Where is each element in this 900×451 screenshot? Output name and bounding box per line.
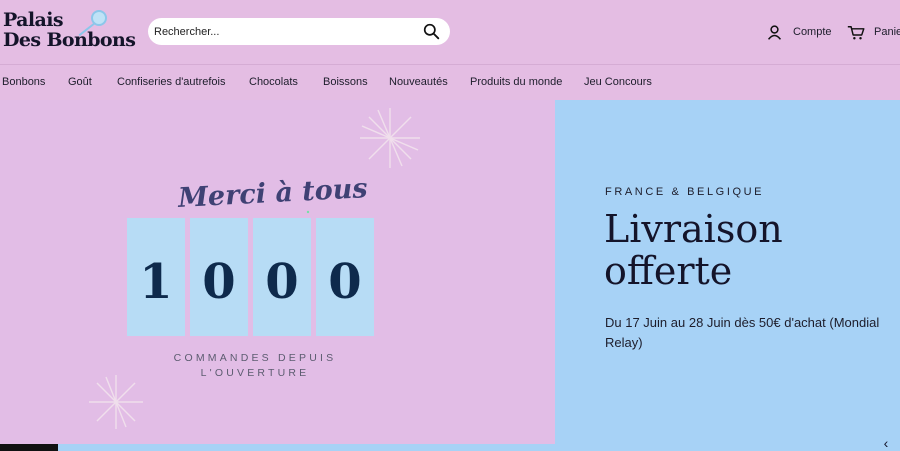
hero-subtitle-line-2: L'OUVERTURE [200,367,310,379]
nav-item-confiseries[interactable]: Confiseries d'autrefois [117,76,226,88]
hero-subtitle: COMMANDES DEPUIS L'OUVERTURE [130,351,380,381]
cart-icon [847,25,865,39]
hero-text-panel: FRANCE & BELGIQUE Livraison offerte Du 1… [555,100,900,444]
logo-line-2: Des Bonbons [3,29,136,51]
hero-headline-line-2: offerte [604,249,733,293]
hero-eyebrow: FRANCE & BELGIQUE [605,186,765,198]
logo-line-1: Palais [3,9,64,31]
chevron-left-icon[interactable]: ‹ [876,434,896,451]
site-header: Palais Des Bonbons Compte Panie [0,0,900,64]
search-input[interactable] [154,18,414,45]
hero-subtitle-line-1: COMMANDES DEPUIS [173,352,337,364]
hero-digit-4: 0 [328,254,362,310]
cart-label: Panie [874,26,900,38]
account-link[interactable]: Compte [766,23,832,41]
nav-item-boissons[interactable]: Boissons [323,76,368,88]
account-label: Compte [793,26,832,38]
nav-item-jeu-concours[interactable]: Jeu Concours [584,76,652,88]
hero-body-text: Du 17 Juin au 28 Juin dès 50€ d'achat (M… [605,315,880,350]
hero-bottom-strip [0,444,900,451]
hero-digit-1: 1 [139,254,173,310]
hero-digit-2: 0 [202,254,236,310]
hero-image[interactable]: Merci à tous 1 0 0 0 COMMANDES DEPUIS L'… [0,100,555,444]
cart-link[interactable]: Panie [847,23,900,41]
hero-headline-line-1: Livraison [604,207,783,251]
search-bar [148,18,450,45]
bottom-left-tab[interactable] [0,444,58,451]
lollipop-icon [91,10,107,26]
nav-item-chocolats[interactable]: Chocolats [249,76,298,88]
nav-item-produits-du-monde[interactable]: Produits du monde [470,76,562,88]
nav-item-nouveautes[interactable]: Nouveautés [389,76,448,88]
nav-item-gout[interactable]: Goût [68,76,92,88]
hero-digit-3: 0 [265,254,299,310]
hero-headline: Livraison offerte [604,208,894,292]
logo[interactable]: Palais Des Bonbons [3,10,143,58]
user-icon [767,24,782,40]
main-nav: Bonbons Goût Confiseries d'autrefois Cho… [0,65,900,100]
search-icon[interactable] [423,23,440,40]
nav-item-bonbons[interactable]: Bonbons [2,76,45,88]
